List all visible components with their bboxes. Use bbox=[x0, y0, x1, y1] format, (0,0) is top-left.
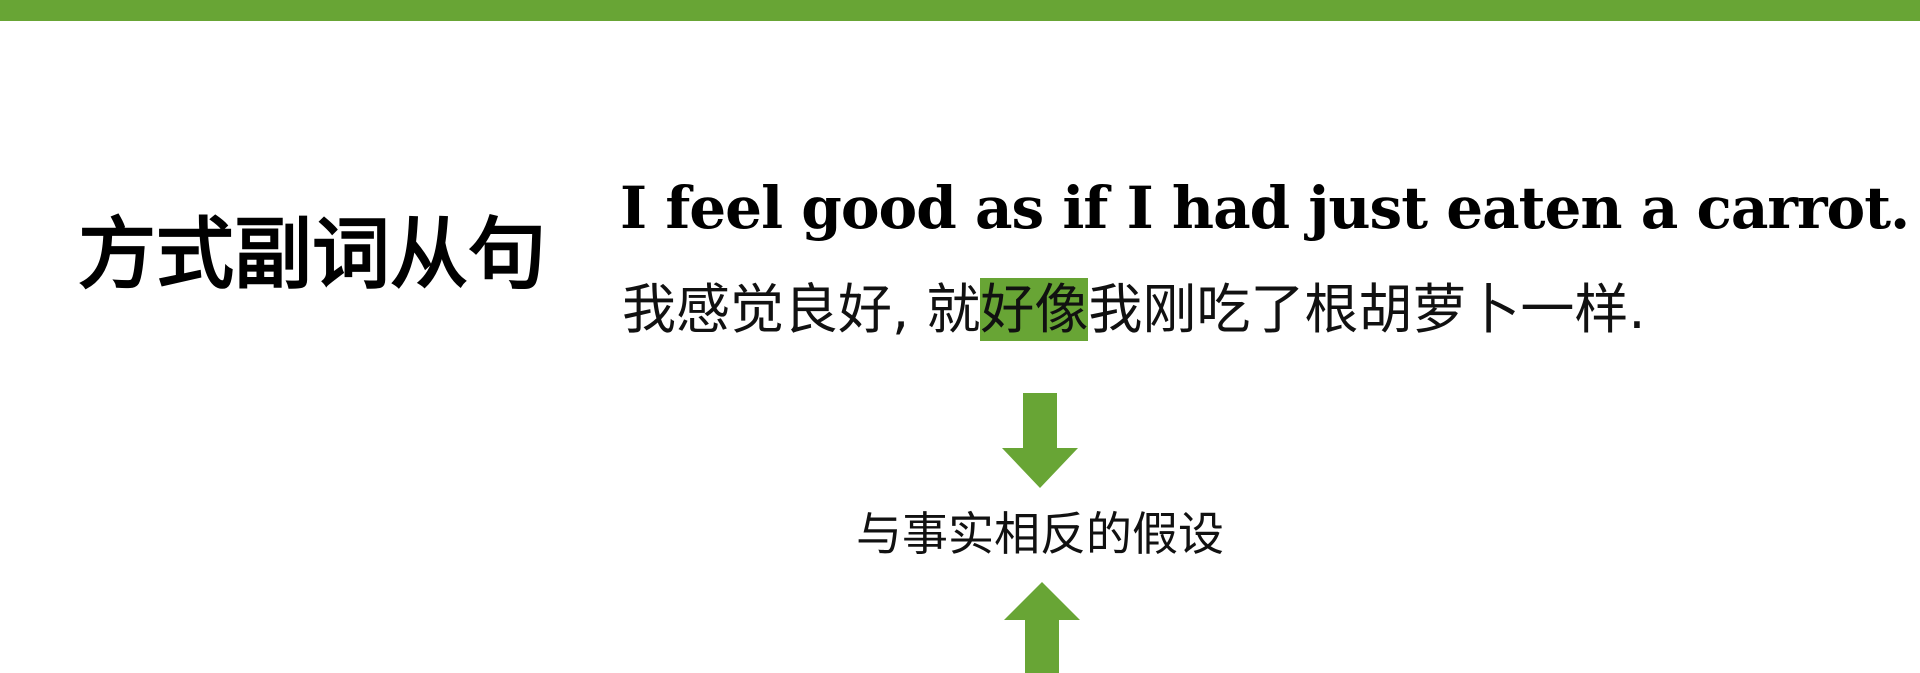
topic-title: 方式副词从句 bbox=[78, 209, 547, 300]
translation-part-after: 我刚吃了根胡萝卜一样. bbox=[1088, 278, 1646, 341]
english-sentence: I feel good as if I had just eaten a car… bbox=[620, 174, 1910, 242]
contrary-to-fact-label: 与事实相反的假设 bbox=[856, 507, 1224, 561]
arrow-up-icon bbox=[1004, 582, 1080, 673]
arrow-down-icon bbox=[1002, 393, 1078, 488]
translation-part-before: 我感觉良好, 就 bbox=[622, 278, 981, 341]
chinese-translation: 我感觉良好, 就好像我刚吃了根胡萝卜一样. bbox=[622, 270, 1646, 350]
highlighted-phrase: 好像 bbox=[980, 278, 1089, 341]
top-accent-bar bbox=[0, 0, 1920, 21]
